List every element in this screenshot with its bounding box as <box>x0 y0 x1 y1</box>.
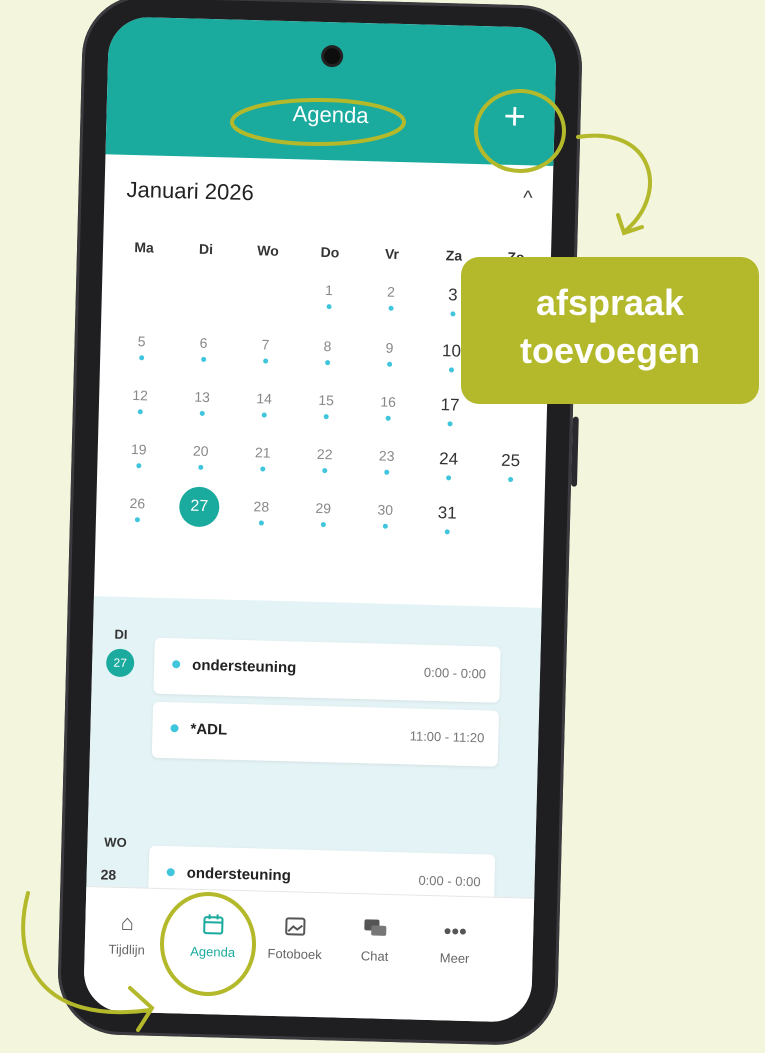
calendar-day[interactable]: 16 <box>356 393 419 447</box>
calendar-day[interactable]: 25 <box>479 450 542 504</box>
weekday-label: DI <box>114 626 128 642</box>
page-title: Agenda <box>292 101 369 129</box>
weekday-label: Ma <box>134 239 155 256</box>
calendar-icon <box>173 911 254 939</box>
callout-line-1: afspraak <box>535 282 685 323</box>
calendar-day[interactable]: 13 <box>170 388 233 442</box>
more-icon: ••• <box>443 918 468 944</box>
side-button <box>570 416 579 487</box>
calendar-day[interactable]: 26 <box>105 494 168 548</box>
home-icon: ⌂ <box>120 909 135 936</box>
event-dot <box>166 868 175 877</box>
calendar-day[interactable]: 1 <box>297 281 360 335</box>
calendar-day[interactable]: 7 <box>233 336 296 390</box>
callout-arrow <box>576 133 652 234</box>
tab-agenda[interactable]: Agenda <box>172 911 253 960</box>
arrow-head-icon <box>616 213 644 236</box>
event-card[interactable]: ondersteuning 0:00 - 0:00 <box>153 637 501 703</box>
calendar-day-selected[interactable]: 27 <box>167 486 230 550</box>
day-number: 28 <box>100 866 117 883</box>
calendar-day[interactable]: 2 <box>359 283 422 337</box>
calendar-day[interactable]: 12 <box>108 386 171 440</box>
image-icon <box>255 913 336 941</box>
day-badge: 27 <box>105 648 135 678</box>
event-time: 11:00 - 11:20 <box>409 728 485 746</box>
tab-meer[interactable]: ••• Meer <box>414 918 495 967</box>
event-dot <box>170 724 179 733</box>
event-title: *ADL <box>190 720 228 739</box>
calendar-day[interactable]: 31 <box>415 503 478 557</box>
calendar-day[interactable]: 28 <box>229 498 292 552</box>
tab-label: Agenda <box>190 943 236 960</box>
chat-icon <box>335 916 416 944</box>
event-card[interactable]: *ADL 11:00 - 11:20 <box>151 701 500 767</box>
event-time: 0:00 - 0:00 <box>423 664 487 682</box>
weekday-label: WO <box>104 834 127 851</box>
weekday-label: Di <box>198 240 214 258</box>
calendar-day[interactable]: 9 <box>357 339 420 393</box>
tab-tijdlijn[interactable]: ⌂ Tijdlijn <box>87 909 168 958</box>
bottom-tab-bar: ⌂ Tijdlijn Agenda Fotoboek Chat ••• Meer <box>83 886 535 1023</box>
agenda-list: DI 27 ondersteuning 0:00 - 0:00 *ADL 11:… <box>85 596 542 938</box>
calendar-day[interactable]: 22 <box>293 445 356 499</box>
weekday-label: Wo <box>257 242 279 259</box>
calendar-day[interactable]: 5 <box>109 332 172 386</box>
chevron-up-icon[interactable]: ^ <box>523 187 533 210</box>
calendar-day[interactable]: 15 <box>294 391 357 445</box>
event-time: 0:00 - 0:00 <box>418 872 481 890</box>
app-header: Agenda + <box>105 16 557 166</box>
event-dot <box>172 660 181 669</box>
add-appointment-button[interactable]: + <box>492 96 537 141</box>
add-appointment-callout: afspraak toevoegen <box>461 257 759 404</box>
calendar-day[interactable]: 8 <box>295 337 358 391</box>
calendar-day[interactable]: 24 <box>417 449 480 503</box>
calendar-day[interactable]: 6 <box>171 334 234 388</box>
weekday-label: Vr <box>384 245 400 262</box>
tab-label: Fotoboek <box>267 945 322 963</box>
calendar-day[interactable]: 19 <box>107 440 170 494</box>
phone-frame: Agenda + Januari 2026 ^ Ma Di Wo Do Vr Z… <box>56 0 584 1047</box>
tab-fotoboek[interactable]: Fotoboek <box>254 913 335 962</box>
tab-label: Tijdlijn <box>108 941 146 958</box>
tab-chat[interactable]: Chat <box>334 916 415 965</box>
tab-label: Meer <box>439 950 470 967</box>
calendar-day[interactable]: 29 <box>291 499 354 553</box>
calendar-day[interactable]: 14 <box>232 390 295 444</box>
month-label: Januari 2026 <box>126 176 255 206</box>
app-screen: Agenda + Januari 2026 ^ Ma Di Wo Do Vr Z… <box>83 16 557 1023</box>
tab-label: Chat <box>360 948 389 964</box>
calendar-day[interactable]: 30 <box>353 501 416 555</box>
camera-icon <box>323 47 341 65</box>
event-title: ondersteuning <box>191 656 297 677</box>
weekday-label: Do <box>320 243 340 261</box>
event-title: ondersteuning <box>186 864 292 885</box>
calendar-day[interactable]: 23 <box>355 447 418 501</box>
callout-line-2: toevoegen <box>519 330 701 371</box>
calendar-day[interactable]: 21 <box>231 444 294 498</box>
